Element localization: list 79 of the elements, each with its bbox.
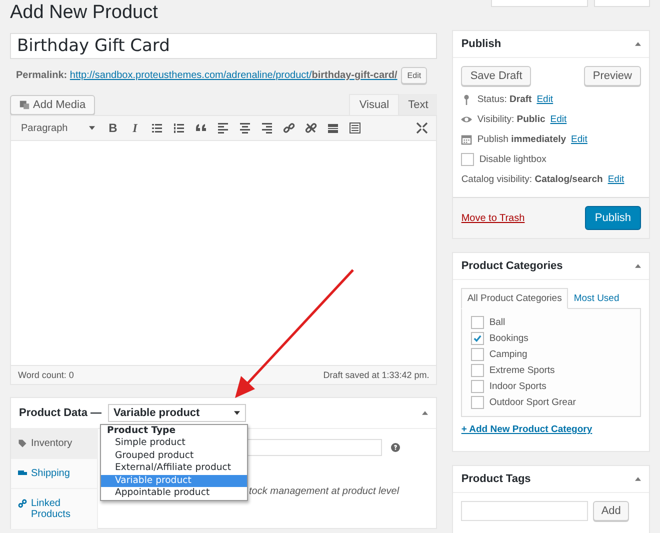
link-icon <box>18 499 27 508</box>
publish-button[interactable]: Publish <box>584 206 641 230</box>
edit-link[interactable]: Edit <box>550 114 567 124</box>
tag-input-field[interactable] <box>461 501 588 521</box>
edit-button[interactable]: Edit <box>401 67 428 84</box>
collapse-icon <box>635 264 641 268</box>
option-group-label: Product Type <box>106 425 177 437</box>
help-text: tock management at product level <box>249 486 400 497</box>
publish-setting: Visibility: Public <box>477 114 546 124</box>
media-icon <box>19 99 30 110</box>
category-tab[interactable]: Most Used <box>568 288 626 309</box>
read-more-icon[interactable] <box>327 122 339 134</box>
category-label: Indoor Sports <box>489 381 546 392</box>
help-icon <box>391 443 400 452</box>
panel-title: Product Data — <box>19 407 102 419</box>
align-left-icon[interactable] <box>217 122 229 134</box>
link-icon[interactable] <box>283 122 295 134</box>
title-field[interactable]: Birthday Gift Card <box>10 33 438 59</box>
format-dropdown[interactable]: Paragraph <box>17 122 99 134</box>
bold-button[interactable]: B <box>105 120 121 136</box>
caret-icon <box>234 411 240 415</box>
collapse-icon <box>635 42 641 46</box>
publish-setting: Publish immediately <box>477 134 566 144</box>
checkbox[interactable] <box>471 396 484 409</box>
checkbox[interactable] <box>471 348 484 361</box>
preview-button[interactable]: Preview <box>584 66 641 86</box>
save-draft-button[interactable]: Save Draft <box>461 66 532 86</box>
align-center-icon[interactable] <box>239 122 251 134</box>
category-tab[interactable]: All Product Categories <box>461 288 568 309</box>
collapse-icon <box>422 411 428 415</box>
product-type-select[interactable]: Variable product <box>108 404 246 422</box>
bulleted-list-icon[interactable] <box>151 122 163 134</box>
category-label: Camping <box>489 349 528 360</box>
keyboard-icon[interactable] <box>349 122 361 134</box>
add-media-button[interactable]: Add Media <box>10 95 95 115</box>
permalink-text: Permalink: http://sandbox.proteusthemes.com/adrenaline/product/birthday-gift-card/ <box>16 70 398 81</box>
category-label: Bookings <box>489 333 528 344</box>
editor-tab[interactable]: Text <box>399 94 438 115</box>
fullscreen-icon[interactable] <box>416 122 428 134</box>
panel-title: Product Categories <box>461 260 563 272</box>
collapse-icon <box>635 477 641 481</box>
dropdown-option[interactable]: Simple product <box>101 437 247 450</box>
checkbox[interactable] <box>471 364 484 377</box>
move-to-trash-link[interactable]: Move to Trash <box>461 212 525 224</box>
checkbox[interactable] <box>471 316 484 329</box>
category-label: Outdoor Sport Grear <box>489 397 576 408</box>
edit-link[interactable]: Edit <box>571 134 588 144</box>
category-label: Extreme Sports <box>489 365 555 376</box>
dropdown-option[interactable]: External/Affiliate product <box>101 462 247 474</box>
tag-icon <box>18 439 27 448</box>
checkbox[interactable] <box>471 332 484 345</box>
product-data-tab[interactable]: Inventory <box>11 429 97 459</box>
add-category-link[interactable]: + Add New Product Category <box>461 424 641 435</box>
checkbox[interactable] <box>471 380 484 393</box>
align-right-icon[interactable] <box>261 122 273 134</box>
add-button[interactable]: Add <box>593 501 629 521</box>
checkbox-label: Disable lightbox <box>479 154 546 164</box>
unlink-icon[interactable] <box>305 122 317 134</box>
edit-link[interactable]: Edit <box>536 94 554 104</box>
italic-button[interactable]: I <box>127 120 143 136</box>
catalog-visibility: Catalog visibility: Catalog/search <box>461 174 603 184</box>
category-label: Ball <box>489 317 506 328</box>
panel-title: Product Tags <box>461 473 531 485</box>
publish-setting: Status: Draft <box>477 94 532 104</box>
draft-saved-status: Draft saved at 1:33:42 pm. <box>323 370 430 380</box>
numbered-list-icon[interactable] <box>173 122 185 134</box>
caret-icon <box>89 126 95 130</box>
quote-icon[interactable] <box>195 122 207 134</box>
text-field[interactable] <box>246 439 382 456</box>
checkbox[interactable] <box>461 152 474 166</box>
dropdown-option[interactable]: Grouped product <box>101 450 247 462</box>
calendar-icon <box>461 134 472 144</box>
panel-title: Publish <box>461 38 502 50</box>
permalink-link[interactable]: http://sandbox.proteusthemes.com/adrenaline/product/birthday-gift-card/ <box>70 70 398 81</box>
edit-link[interactable]: Edit <box>608 174 624 184</box>
dropdown-option[interactable]: Appointable product <box>101 487 247 500</box>
word-count: Word count: 0 <box>18 370 74 380</box>
page-title: Add New Product <box>10 2 159 24</box>
editor-tab[interactable]: Visual <box>349 94 400 115</box>
